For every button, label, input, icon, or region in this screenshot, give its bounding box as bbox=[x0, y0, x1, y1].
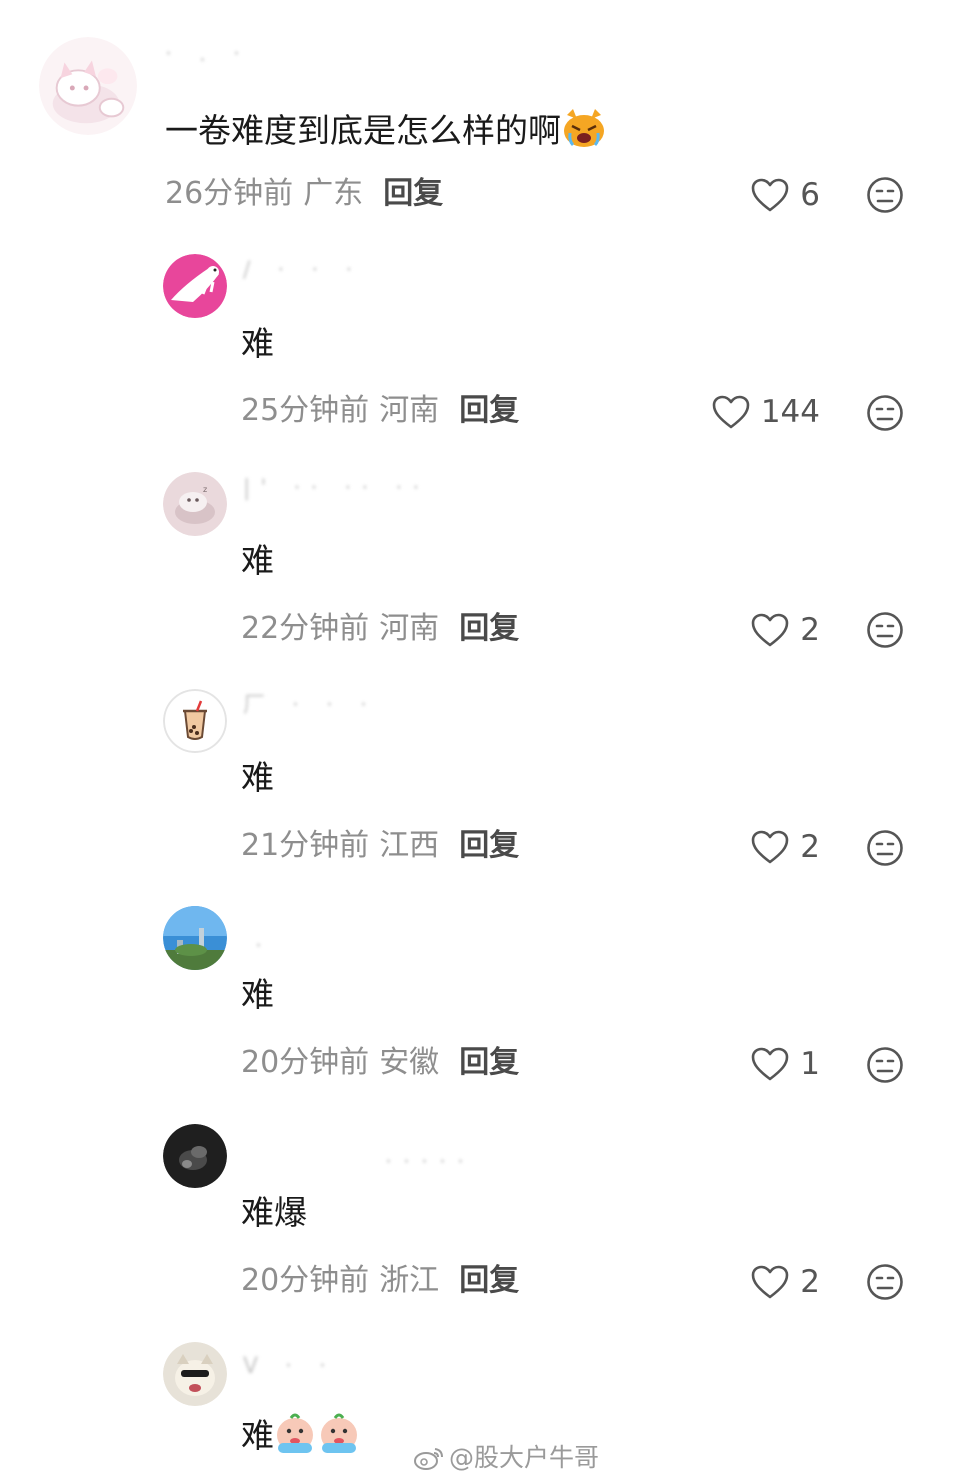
reply-button[interactable]: 回复 bbox=[459, 393, 519, 428]
reply-button[interactable]: 回复 bbox=[459, 828, 519, 863]
svg-text:z: z bbox=[203, 485, 207, 494]
timestamp: 25分钟前 bbox=[241, 393, 370, 428]
meh-face-icon bbox=[867, 1047, 903, 1083]
username[interactable]: · · · · · · ·· · · bbox=[385, 1148, 475, 1178]
dislike-button[interactable] bbox=[866, 1046, 904, 1084]
like-button[interactable]: 144 bbox=[711, 392, 820, 432]
reply-button[interactable]: 回复 bbox=[459, 611, 519, 646]
username[interactable]: 厂 · · · bbox=[243, 691, 393, 721]
avatar-image bbox=[163, 254, 227, 318]
meh-face-icon bbox=[867, 177, 903, 213]
avatar[interactable] bbox=[163, 906, 227, 970]
heart-outline-icon bbox=[712, 395, 750, 429]
dislike-button[interactable] bbox=[866, 176, 904, 214]
heart-outline-icon bbox=[751, 1047, 789, 1081]
heart-outline-icon bbox=[751, 613, 789, 647]
comment-meta: 21分钟前 江西 回复 bbox=[241, 828, 519, 864]
avatar-image bbox=[39, 37, 137, 135]
timestamp: 22分钟前 bbox=[241, 611, 370, 646]
watermark-text: @股大户牛哥 bbox=[449, 1443, 600, 1472]
crying-face-emoji-icon bbox=[274, 1411, 360, 1464]
username[interactable]: V · · bbox=[243, 1352, 363, 1382]
location: 浙江 bbox=[379, 1263, 440, 1298]
comment-thread: · . · 一卷难度到底是怎么样的啊 26分钟前 广东 回复 6 / · · ·… bbox=[0, 0, 960, 1482]
timestamp: 20分钟前 bbox=[241, 1263, 370, 1298]
comment-meta: 20分钟前 安徽 回复 bbox=[241, 1045, 519, 1081]
watermark: @股大户牛哥 bbox=[413, 1443, 599, 1473]
dislike-button[interactable] bbox=[866, 394, 904, 432]
like-count: 6 bbox=[800, 177, 820, 213]
username[interactable]: |' ·· ·· ·· ·· bbox=[243, 474, 443, 504]
avatar-image bbox=[163, 1124, 227, 1188]
comment-text: 难 bbox=[241, 1411, 360, 1464]
meh-face-icon bbox=[867, 1264, 903, 1300]
comment-text: 难爆 bbox=[241, 1193, 307, 1232]
avatar[interactable] bbox=[163, 1342, 227, 1406]
comment-meta: 26分钟前 广东 回复 bbox=[165, 176, 443, 212]
avatar-image bbox=[163, 689, 227, 753]
comment-meta: 25分钟前 河南 回复 bbox=[241, 393, 519, 429]
avatar[interactable]: z bbox=[163, 472, 227, 536]
dislike-button[interactable] bbox=[866, 829, 904, 867]
dislike-button[interactable] bbox=[866, 1263, 904, 1301]
meh-face-icon bbox=[867, 395, 903, 431]
timestamp: 20分钟前 bbox=[241, 1045, 370, 1080]
like-button[interactable]: 6 bbox=[750, 175, 820, 215]
dislike-button[interactable] bbox=[866, 611, 904, 649]
like-button[interactable]: 2 bbox=[750, 1262, 820, 1302]
timestamp: 26分钟前 bbox=[165, 176, 294, 211]
reply-button[interactable]: 回复 bbox=[459, 1263, 519, 1298]
location: 广东 bbox=[303, 176, 364, 211]
like-count: 2 bbox=[800, 612, 820, 648]
avatar-image: z bbox=[163, 472, 227, 536]
comment-body: 一卷难度到底是怎么样的啊 bbox=[165, 111, 561, 150]
comment-meta: 22分钟前 河南 回复 bbox=[241, 611, 519, 647]
like-count: 2 bbox=[800, 829, 820, 865]
username[interactable]: · . · bbox=[165, 40, 425, 70]
avatar[interactable] bbox=[163, 689, 227, 753]
heart-outline-icon bbox=[751, 1265, 789, 1299]
like-button[interactable]: 2 bbox=[750, 610, 820, 650]
comment-meta: 20分钟前 浙江 回复 bbox=[241, 1263, 519, 1299]
timestamp: 21分钟前 bbox=[241, 828, 370, 863]
reply-button[interactable]: 回复 bbox=[383, 176, 443, 211]
avatar-image bbox=[163, 906, 227, 970]
avatar-image bbox=[163, 1342, 227, 1406]
comment-text: 难 bbox=[241, 541, 274, 580]
like-button[interactable]: 2 bbox=[750, 827, 820, 867]
location: 河南 bbox=[379, 393, 440, 428]
like-count: 2 bbox=[800, 1264, 820, 1300]
comment-text: 一卷难度到底是怎么样的啊 bbox=[165, 107, 607, 158]
location: 河南 bbox=[379, 611, 440, 646]
like-button[interactable]: 1 bbox=[750, 1044, 820, 1084]
avatar[interactable] bbox=[163, 254, 227, 318]
comment-text: 难 bbox=[241, 975, 274, 1014]
meh-face-icon bbox=[867, 830, 903, 866]
username[interactable]: / · · · bbox=[243, 256, 403, 286]
comment-text: 难 bbox=[241, 324, 274, 363]
like-count: 1 bbox=[800, 1046, 820, 1082]
avatar[interactable] bbox=[39, 37, 137, 135]
username[interactable]: · bbox=[255, 932, 295, 962]
heart-outline-icon bbox=[751, 178, 789, 212]
avatar[interactable] bbox=[163, 1124, 227, 1188]
like-count: 144 bbox=[760, 394, 820, 430]
weibo-logo-icon bbox=[414, 1448, 443, 1470]
meh-face-icon bbox=[867, 612, 903, 648]
comment-text: 难 bbox=[241, 758, 274, 797]
location: 江西 bbox=[379, 828, 440, 863]
heart-outline-icon bbox=[751, 830, 789, 864]
comment-body: 难 bbox=[241, 1416, 274, 1455]
crying-cat-emoji-icon bbox=[561, 107, 607, 158]
location: 安徽 bbox=[379, 1045, 440, 1080]
reply-button[interactable]: 回复 bbox=[459, 1045, 519, 1080]
